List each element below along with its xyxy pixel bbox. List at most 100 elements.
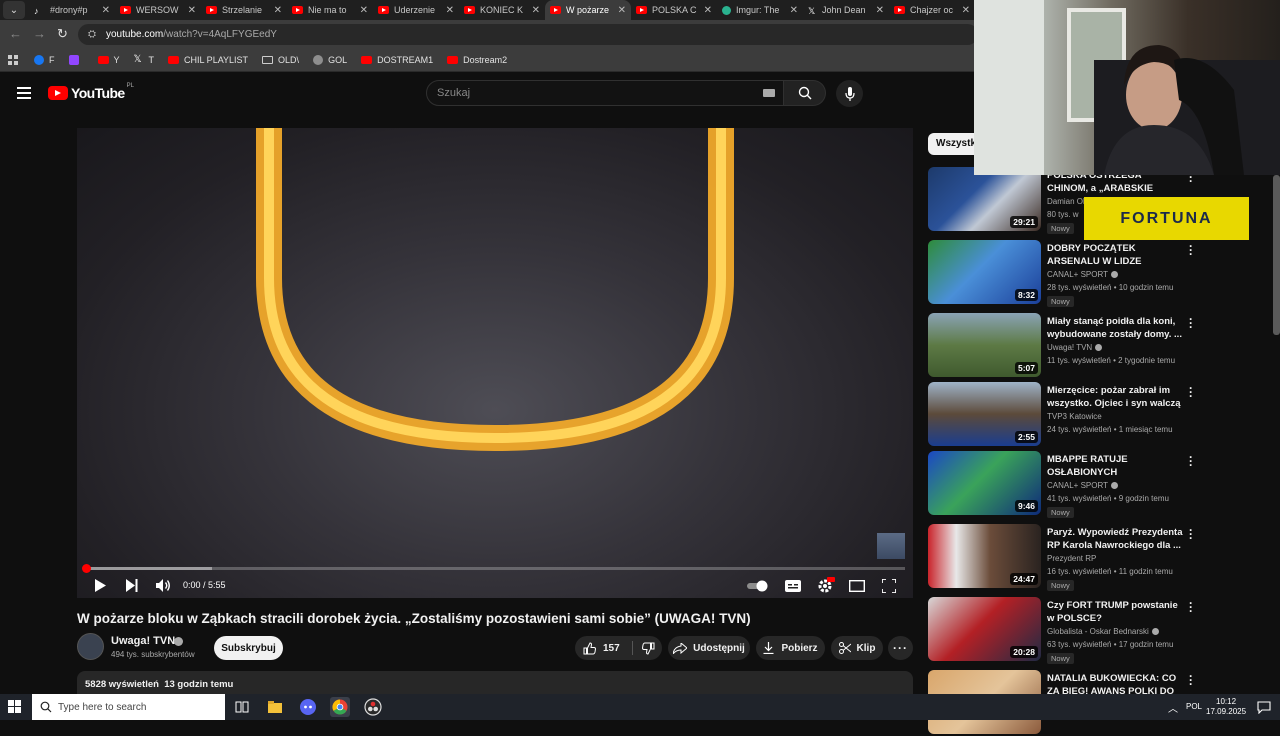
bookmark-item[interactable]: 𝕏T: [134, 54, 155, 65]
video-thumbnail[interactable]: 8:32: [928, 240, 1041, 304]
more-actions-button[interactable]: ···: [888, 636, 913, 660]
browser-tab[interactable]: Nie ma to ✕: [287, 0, 373, 20]
bookmark-item[interactable]: GOL: [313, 54, 347, 65]
recommended-video[interactable]: 20:28 Czy FORT TRUMP powstanie w POLSCE? G…: [928, 597, 1198, 664]
recommended-channel[interactable]: CANAL+ SPORT: [1047, 481, 1118, 490]
close-icon[interactable]: ✕: [704, 5, 712, 16]
browser-tab[interactable]: Strzelanie ✕: [201, 0, 287, 20]
recommended-video[interactable]: 8:32 DOBRY POCZĄTEK ARSENALU W LIDZE MIST…: [928, 240, 1198, 307]
share-button[interactable]: Udostępnij: [668, 636, 750, 660]
video-thumbnail[interactable]: 5:07: [928, 313, 1041, 377]
task-view-icon[interactable]: [232, 697, 252, 717]
close-icon[interactable]: ✕: [962, 5, 970, 16]
browser-tab[interactable]: Chajzer oc ✕: [889, 0, 975, 20]
more-vertical-icon[interactable]: ···: [1189, 313, 1193, 333]
channel-avatar[interactable]: [77, 633, 104, 660]
description-box[interactable]: 5828 wyświetleń 13 godzin temu: [77, 671, 913, 696]
bookmark-item[interactable]: Y: [97, 55, 120, 65]
video-thumbnail[interactable]: 20:28: [928, 597, 1041, 661]
recommended-channel[interactable]: Prezydent RP: [1047, 554, 1096, 563]
recommended-video[interactable]: 5:07 Miały stanąć poidła dla koni, wybudo…: [928, 313, 1198, 379]
discord-icon[interactable]: [298, 697, 318, 717]
obs-icon[interactable]: [363, 697, 383, 717]
thumbs-up-icon[interactable]: [583, 641, 596, 655]
search-input[interactable]: Szukaj: [426, 80, 784, 106]
filter-chip-all[interactable]: Wszystkie: [928, 133, 980, 155]
close-icon[interactable]: ✕: [790, 5, 798, 16]
more-vertical-icon[interactable]: ···: [1189, 597, 1193, 617]
settings-gear-icon[interactable]: [817, 577, 835, 593]
clip-button[interactable]: Klip: [831, 636, 883, 660]
browser-tab[interactable]: 𝕏 John Dean ✕: [803, 0, 889, 20]
youtube-logo[interactable]: YouTube PL: [48, 83, 134, 101]
forward-arrow-icon[interactable]: →: [33, 26, 46, 41]
theater-mode-icon[interactable]: [849, 580, 865, 592]
apps-grid-icon[interactable]: [8, 54, 18, 65]
channel-watermark[interactable]: [877, 533, 905, 559]
recommended-video[interactable]: 24:47 Paryż. Wypowiedź Prezydenta RP Karo…: [928, 524, 1198, 591]
menu-icon[interactable]: [17, 87, 31, 99]
taskbar-search-input[interactable]: Type here to search: [32, 694, 225, 720]
like-count[interactable]: 157: [603, 643, 620, 654]
bookmark-item[interactable]: OLD\: [262, 55, 299, 65]
subscribe-button[interactable]: Subskrybuj: [214, 636, 283, 660]
recommended-channel[interactable]: CANAL+ SPORT: [1047, 270, 1118, 279]
more-vertical-icon[interactable]: ···: [1189, 524, 1193, 544]
chevron-up-icon[interactable]: ︿: [1168, 700, 1178, 715]
close-icon[interactable]: ✕: [446, 5, 454, 16]
bookmark-item[interactable]: F: [34, 54, 55, 65]
browser-tab[interactable]: Uderzenie ✕: [373, 0, 459, 20]
play-icon[interactable]: [94, 579, 106, 592]
keyboard-icon[interactable]: [763, 89, 775, 97]
video-thumbnail[interactable]: 24:47: [928, 524, 1041, 588]
close-icon[interactable]: ✕: [274, 5, 282, 16]
search-button[interactable]: [784, 80, 826, 106]
volume-icon[interactable]: [156, 579, 171, 592]
more-vertical-icon[interactable]: ···: [1189, 451, 1193, 471]
browser-tab[interactable]: WERSOW ✕: [115, 0, 201, 20]
autoplay-toggle-icon[interactable]: [747, 580, 771, 592]
close-icon[interactable]: ✕: [532, 5, 540, 16]
browser-tab[interactable]: Imgur: The ✕: [717, 0, 803, 20]
video-player[interactable]: 0:00 / 5:55: [77, 128, 913, 598]
video-thumbnail[interactable]: 9:46: [928, 451, 1041, 515]
recommended-title[interactable]: Miały stanąć poidła dla koni, wybudowane…: [1047, 315, 1183, 341]
fullscreen-icon[interactable]: [882, 579, 896, 593]
bookmark-item[interactable]: DOSTREAM1: [361, 55, 433, 65]
browser-tab[interactable]: W pożarze ✕: [545, 0, 631, 20]
scrubber-handle[interactable]: [82, 564, 91, 573]
recommended-title[interactable]: DOBRY POCZĄTEK ARSENALU W LIDZE MISTRZÓW…: [1047, 242, 1183, 268]
notifications-icon[interactable]: [1257, 700, 1271, 714]
file-explorer-icon[interactable]: [265, 697, 285, 717]
thumbs-down-icon[interactable]: [641, 642, 655, 655]
more-vertical-icon[interactable]: ···: [1189, 240, 1193, 260]
bookmark-item[interactable]: [68, 54, 84, 65]
recommended-title[interactable]: MBAPPE RATUJE OSŁABIONYCH KRÓLEWSKIC...: [1047, 453, 1183, 479]
recommended-video[interactable]: 2:55 Mierzęcice: pożar zabrał im wszystko…: [928, 382, 1198, 448]
browser-tab[interactable]: ♪ #drony#p ✕: [29, 0, 115, 20]
next-icon[interactable]: [125, 579, 138, 592]
recommended-title[interactable]: Czy FORT TRUMP powstanie w POLSCE?: [1047, 599, 1183, 625]
more-vertical-icon[interactable]: ···: [1189, 382, 1193, 402]
browser-tab[interactable]: POLSKA C ✕: [631, 0, 717, 20]
close-icon[interactable]: ✕: [102, 5, 110, 16]
site-info-icon[interactable]: ⛭: [88, 29, 100, 40]
close-icon[interactable]: ✕: [360, 5, 368, 16]
channel-name[interactable]: Uwaga! TVN: [111, 635, 175, 647]
chrome-icon[interactable]: [330, 697, 350, 717]
close-icon[interactable]: ✕: [876, 5, 884, 16]
recommended-channel[interactable]: Damian Ol: [1047, 197, 1085, 206]
voice-search-button[interactable]: [836, 80, 863, 107]
address-bar[interactable]: ⛭ youtube.com/watch?v=4AqLFYGEedY: [78, 24, 978, 45]
close-icon[interactable]: ✕: [618, 5, 626, 16]
recommended-title[interactable]: Mierzęcice: pożar zabrał im wszystko. Oj…: [1047, 384, 1183, 410]
video-thumbnail[interactable]: 29:21: [928, 167, 1041, 231]
close-icon[interactable]: ✕: [188, 5, 196, 16]
download-button[interactable]: Pobierz: [756, 636, 825, 660]
bookmark-item[interactable]: Dostream2: [447, 55, 507, 65]
recommended-video[interactable]: 9:46 MBAPPE RATUJE OSŁABIONYCH KRÓLEWSKIC…: [928, 451, 1198, 518]
windows-start-icon[interactable]: [8, 700, 21, 713]
reload-icon[interactable]: ↻: [57, 26, 68, 42]
back-arrow-icon[interactable]: ←: [9, 26, 22, 41]
bookmark-item[interactable]: CHIL PLAYLIST: [168, 55, 248, 65]
